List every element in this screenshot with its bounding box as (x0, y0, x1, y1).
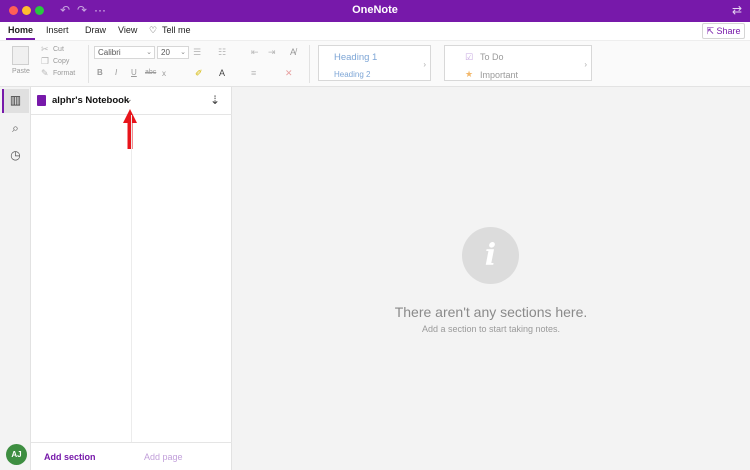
tab-insert[interactable]: Insert (46, 25, 69, 35)
collaborate-icon[interactable]: ⇄ (732, 3, 742, 17)
format-label[interactable]: Format (53, 70, 75, 77)
align-icon[interactable]: ≡ (251, 68, 256, 78)
notebook-title[interactable]: alphr's Notebook (52, 95, 129, 106)
tab-home[interactable]: Home (8, 25, 33, 35)
subscript-button[interactable]: x (162, 69, 166, 78)
font-name-select[interactable]: Calibri ⌄ (94, 46, 155, 59)
search-icon[interactable]: ⌕ (0, 121, 31, 136)
styles-gallery[interactable]: Heading 1 Heading 2 › (318, 45, 431, 81)
bold-button[interactable]: B (97, 68, 103, 77)
empty-state-subtitle: Add a section to start taking notes. (421, 324, 561, 334)
format-painter-icon[interactable]: ✎ (41, 68, 49, 79)
red-arrow-annotation (123, 109, 137, 149)
paste-label[interactable]: Paste (12, 68, 30, 75)
heading2-style[interactable]: Heading 2 (334, 70, 370, 79)
checkbox-icon: ☑ (465, 52, 474, 62)
font-name-value: Calibri (98, 48, 121, 57)
font-color-icon[interactable]: A (219, 68, 225, 78)
font-size-select[interactable]: 20 ⌄ (157, 46, 189, 59)
share-button[interactable]: ⇱ Share (702, 23, 745, 39)
notebook-icon (37, 95, 46, 106)
tab-view[interactable]: View (118, 25, 137, 35)
bullets-icon[interactable]: ☰ (193, 47, 201, 58)
empty-state-title: There aren't any sections here. (394, 304, 588, 320)
outdent-icon[interactable]: ⇤ (251, 47, 259, 58)
chevron-down-icon[interactable]: ⌄ (125, 94, 133, 105)
tab-draw[interactable]: Draw (85, 25, 106, 35)
chevron-right-icon[interactable]: › (584, 60, 587, 69)
main-canvas: i There aren't any sections here. Add a … (232, 87, 750, 470)
delete-icon[interactable]: ✕ (285, 68, 293, 79)
notebooks-nav-button[interactable]: ▥ (2, 89, 29, 113)
highlight-icon[interactable]: ✐ (195, 68, 203, 79)
chevron-down-icon: ⌄ (180, 49, 186, 56)
add-section-button[interactable]: Add section (44, 452, 96, 462)
clock-icon[interactable]: ◷ (0, 148, 31, 162)
numbering-icon[interactable]: ☷ (218, 47, 226, 58)
strikethrough-button[interactable]: abc (145, 69, 156, 76)
italic-button[interactable]: I (115, 68, 117, 77)
ribbon-tabs: Home Insert Draw View ♡ Tell me ⇱ Share (0, 22, 750, 40)
paste-icon[interactable] (12, 46, 29, 65)
font-size-value: 20 (161, 48, 170, 57)
ribbon: Paste ✂ Cut ❐ Copy ✎ Format Calibri ⌄ 20 ⌄… (0, 40, 750, 87)
underline-button[interactable]: U (131, 68, 137, 77)
ribbon-divider (309, 45, 310, 83)
navigation-rail: ▥ ⌕ ◷ AJ (0, 87, 31, 470)
chevron-down-icon: ⌄ (146, 49, 152, 56)
copy-icon[interactable]: ❐ (41, 56, 49, 67)
avatar[interactable]: AJ (6, 444, 27, 465)
todo-tag[interactable]: To Do (480, 52, 504, 62)
notebooks-icon: ▥ (9, 93, 22, 107)
chevron-right-icon[interactable]: › (423, 60, 426, 69)
sort-icon[interactable]: ⇣ (210, 93, 220, 107)
ribbon-divider (88, 45, 89, 83)
tab-tell-me[interactable]: Tell me (162, 25, 191, 35)
share-label: Share (716, 26, 741, 36)
share-icon: ⇱ (706, 26, 717, 36)
info-icon: i (462, 227, 519, 284)
cut-icon[interactable]: ✂ (41, 44, 49, 55)
heading1-style[interactable]: Heading 1 (334, 52, 377, 63)
tags-gallery[interactable]: ☑ To Do ★ Important › (444, 45, 592, 81)
important-tag[interactable]: Important (480, 70, 518, 80)
column-divider (131, 115, 132, 442)
add-page-button[interactable]: Add page (144, 452, 183, 462)
clear-formatting-icon[interactable]: A̸ (290, 47, 296, 57)
star-icon: ★ (465, 69, 474, 79)
cut-label[interactable]: Cut (53, 46, 64, 53)
title-bar: ↶ ↷ ··· OneNote ⇄ (0, 0, 750, 22)
indent-icon[interactable]: ⇥ (268, 47, 276, 58)
sections-pane: alphr's Notebook ⌄ ⇣ Add section Add pag… (31, 87, 232, 470)
copy-label[interactable]: Copy (53, 58, 69, 65)
pane-footer: Add section Add page (31, 442, 232, 470)
lightbulb-icon: ♡ (149, 25, 158, 35)
app-title: OneNote (352, 4, 398, 16)
